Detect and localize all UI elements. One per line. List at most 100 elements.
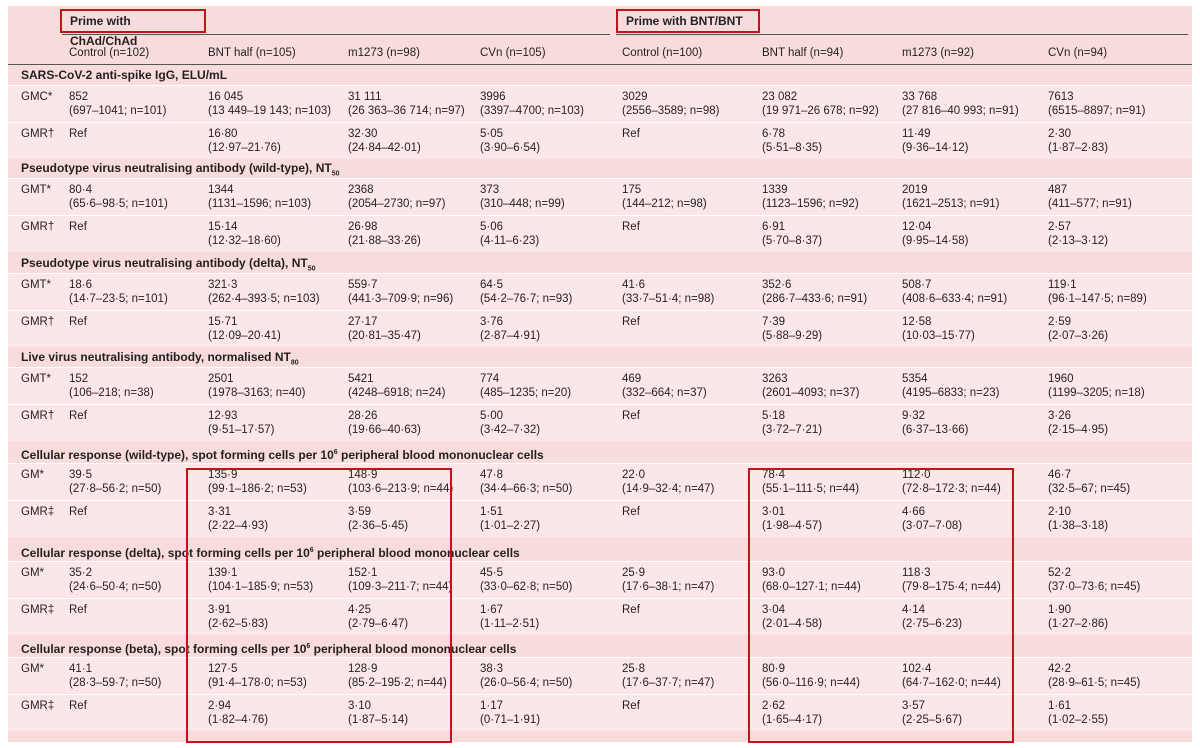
cell-ci: (20·81–35·47) bbox=[348, 330, 421, 342]
section-title-end: peripheral blood mononuclear cells bbox=[310, 642, 517, 656]
cell-value: 3·04 bbox=[762, 604, 786, 616]
cell-value: 31 111 bbox=[348, 91, 382, 103]
cell-value: 2019 bbox=[902, 184, 928, 196]
table-row bbox=[8, 463, 1192, 500]
column-header: Control (n=100) bbox=[622, 47, 703, 59]
cell-value: 373 bbox=[480, 184, 500, 196]
cell-value: 41·6 bbox=[622, 279, 646, 291]
cell-value: 12·04 bbox=[902, 221, 932, 233]
cell-value: 3·26 bbox=[1048, 410, 1072, 422]
row-label: GMT* bbox=[21, 184, 52, 196]
cell-ci: (104·1–185·9; n=53) bbox=[208, 581, 314, 593]
cell-value: 39·5 bbox=[69, 469, 93, 481]
cell-value: 2·62 bbox=[762, 700, 786, 712]
cell-value: 27·17 bbox=[348, 316, 378, 328]
cell-ci: (411–577; n=91) bbox=[1048, 198, 1132, 210]
cell-value: Ref bbox=[69, 221, 87, 233]
cell-value: 152 bbox=[69, 373, 89, 385]
cell-ci: (1978–3163; n=40) bbox=[208, 387, 306, 399]
cell-value: 18·6 bbox=[69, 279, 93, 291]
section-title: Cellular response (wild-type), spot form… bbox=[8, 444, 1192, 464]
cell-value: Ref bbox=[622, 700, 640, 712]
cell-ci: (485–1235; n=20) bbox=[480, 387, 572, 399]
cell-ci: (72·8–172·3; n=44) bbox=[902, 483, 1001, 495]
cell-value: 1·67 bbox=[480, 604, 504, 616]
cell-ci: (3·07–7·08) bbox=[902, 520, 963, 532]
row-label: GMR† bbox=[21, 316, 55, 328]
cell-value: 12·93 bbox=[208, 410, 238, 422]
cell-value: 852 bbox=[69, 91, 89, 103]
cell-ci: (26·0–56·4; n=50) bbox=[480, 677, 573, 689]
section-title-end: peripheral blood mononuclear cells bbox=[313, 546, 520, 560]
cell-value: 148·9 bbox=[348, 469, 378, 481]
cell-ci: (5·51–8·35) bbox=[762, 142, 823, 154]
cell-value: 7613 bbox=[1048, 91, 1074, 103]
cell-ci: (1·11–2·51) bbox=[480, 618, 540, 630]
cell-value: 9·32 bbox=[902, 410, 926, 422]
cell-value: 1·51 bbox=[480, 506, 504, 518]
cell-value: 5421 bbox=[348, 373, 374, 385]
cell-value: 45·5 bbox=[480, 567, 504, 579]
section-title-subscript: 80 bbox=[290, 359, 299, 367]
cell-value: 93·0 bbox=[762, 567, 786, 579]
cell-value: 78·4 bbox=[762, 469, 786, 481]
cell-value: 3·01 bbox=[762, 506, 786, 518]
cell-ci: (3·90–6·54) bbox=[480, 142, 541, 154]
row-label: GM* bbox=[21, 663, 44, 675]
section-title-text: Cellular response (wild-type), spot form… bbox=[21, 448, 334, 462]
cell-value: 5·05 bbox=[480, 128, 504, 140]
cell-ci: (1621–2513; n=91) bbox=[902, 198, 1000, 210]
cell-ci: (9·51–17·57) bbox=[208, 424, 275, 436]
cell-ci: (0·71–1·91) bbox=[480, 714, 541, 726]
cell-ci: (1·82–4·76) bbox=[208, 714, 269, 726]
cell-ci: (96·1–147·5; n=89) bbox=[1048, 293, 1147, 305]
cell-value: 3·91 bbox=[208, 604, 232, 616]
cell-value: 2·57 bbox=[1048, 221, 1072, 233]
cell-ci: (12·32–18·60) bbox=[208, 235, 281, 247]
group-rule-chad bbox=[62, 34, 610, 35]
cell-value: 32·30 bbox=[348, 128, 378, 140]
cell-ci: (441·3–709·9; n=96) bbox=[348, 293, 454, 305]
cell-value: Ref bbox=[69, 700, 87, 712]
cell-ci: (14·9–32·4; n=47) bbox=[622, 483, 715, 495]
cell-ci: (33·0–62·8; n=50) bbox=[480, 581, 573, 593]
cell-ci: (24·6–50·4; n=50) bbox=[69, 581, 162, 593]
cell-value: Ref bbox=[622, 316, 640, 328]
cell-value: 25·8 bbox=[622, 663, 646, 675]
cell-value: 127·5 bbox=[208, 663, 238, 675]
cell-ci: (19·66–40·63) bbox=[348, 424, 421, 436]
cell-value: 559·7 bbox=[348, 279, 378, 291]
cell-value: 139·1 bbox=[208, 567, 238, 579]
cell-ci: (24·84–42·01) bbox=[348, 142, 421, 154]
cell-value: 4·14 bbox=[902, 604, 926, 616]
cell-ci: (79·8–175·4; n=44) bbox=[902, 581, 1001, 593]
cell-ci: (144–212; n=98) bbox=[622, 198, 707, 210]
cell-value: Ref bbox=[69, 604, 87, 616]
table-row bbox=[8, 694, 1192, 731]
cell-ci: (1·87–5·14) bbox=[348, 714, 409, 726]
row-label: GM* bbox=[21, 469, 44, 481]
section-title-text: Cellular response (delta), spot forming … bbox=[21, 546, 310, 560]
cell-ci: (4195–6833; n=23) bbox=[902, 387, 1000, 399]
cell-value: 6·91 bbox=[762, 221, 786, 233]
table-row bbox=[8, 122, 1192, 159]
cell-ci: (3·42–7·32) bbox=[480, 424, 541, 436]
cell-value: 469 bbox=[622, 373, 642, 385]
cell-value: 15·71 bbox=[208, 316, 238, 328]
cell-ci: (310–448; n=99) bbox=[480, 198, 565, 210]
cell-value: 3·31 bbox=[208, 506, 232, 518]
cell-ci: (12·09–20·41) bbox=[208, 330, 281, 342]
cell-value: Ref bbox=[622, 221, 640, 233]
cell-value: 152·1 bbox=[348, 567, 378, 579]
cell-ci: (2·87–4·91) bbox=[480, 330, 541, 342]
cell-ci: (2601–4093; n=37) bbox=[762, 387, 860, 399]
section-title-text: SARS-CoV-2 anti-spike IgG, ELU/mL bbox=[21, 68, 228, 82]
row-label: GMR† bbox=[21, 410, 55, 422]
cell-value: 26·98 bbox=[348, 221, 378, 233]
cell-value: 25·9 bbox=[622, 567, 646, 579]
group-header-bnt: Prime with BNT/BNT bbox=[616, 9, 760, 33]
cell-value: 5354 bbox=[902, 373, 928, 385]
cell-value: 11·49 bbox=[902, 128, 931, 140]
cell-ci: (4248–6918; n=24) bbox=[348, 387, 446, 399]
cell-value: 321·3 bbox=[208, 279, 238, 291]
